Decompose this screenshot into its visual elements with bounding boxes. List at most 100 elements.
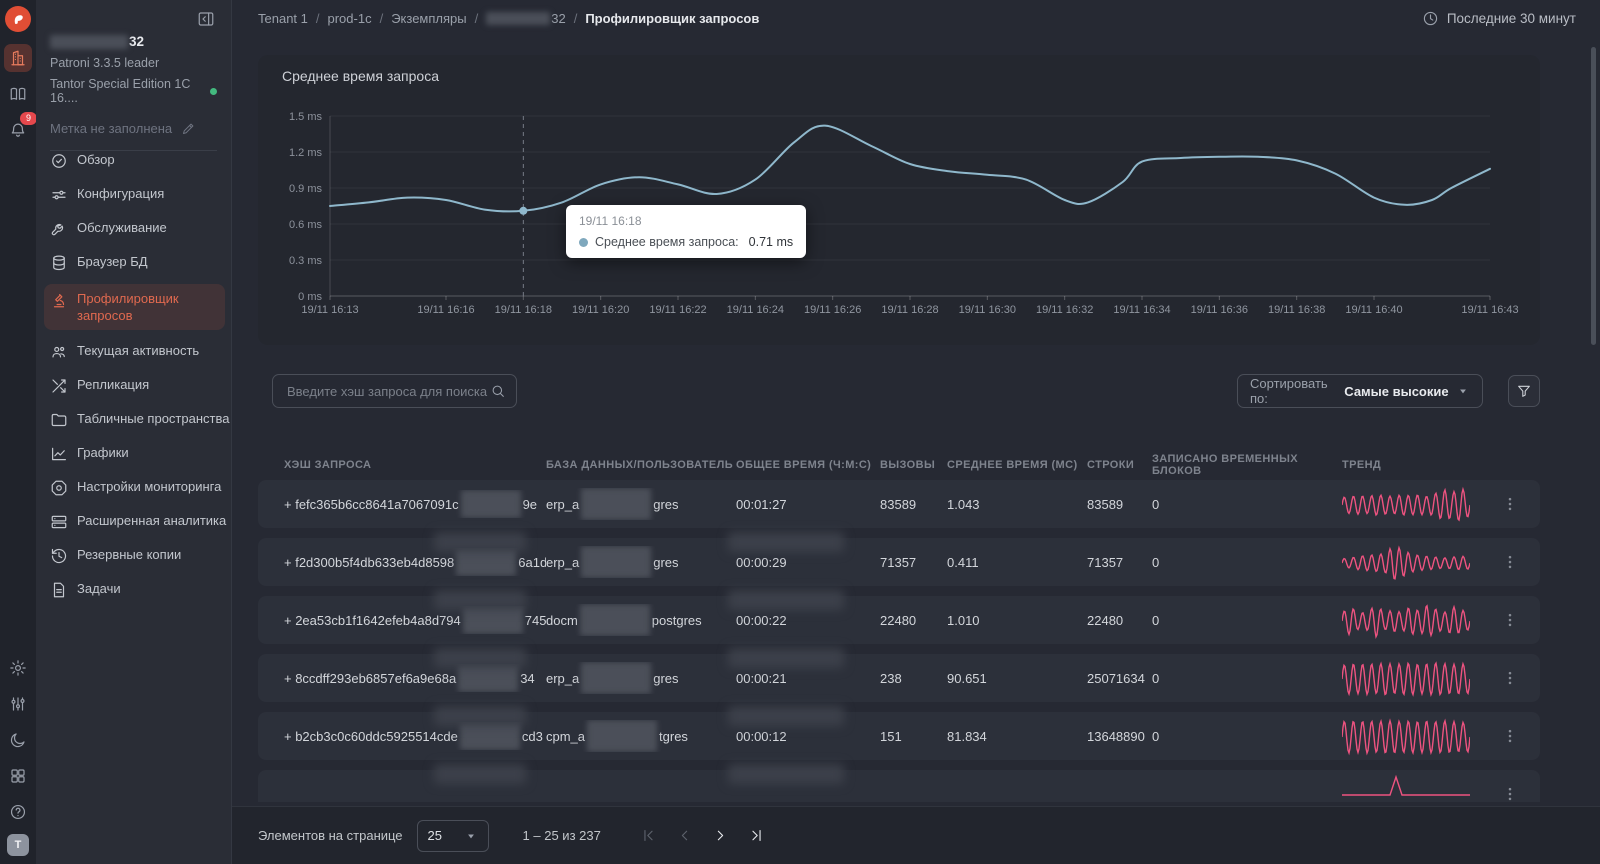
query-hash: + 2ea53cb1f1642efeb4a8d794 745 xyxy=(284,606,546,634)
monitor-gear-icon xyxy=(50,479,68,497)
collapse-sidebar-button[interactable] xyxy=(197,10,219,32)
rows-count: 71357 xyxy=(1087,554,1124,570)
sidebar-item-label: Профилировщик запросов xyxy=(77,291,179,323)
sidebar-item-label: Текущая активность xyxy=(77,343,200,358)
redacted-text xyxy=(581,488,652,520)
redacted-text xyxy=(728,532,844,552)
help-icon xyxy=(9,803,27,821)
column-header: ОБЩЕЕ ВРЕМЯ (Ч:М:С) xyxy=(736,459,872,471)
sidebar-item-database[interactable]: Браузер БД xyxy=(44,250,225,275)
row-menu-button[interactable] xyxy=(1492,495,1528,513)
sidebar-item-wrench[interactable]: Обслуживание xyxy=(44,216,225,241)
first-page-button[interactable] xyxy=(635,822,663,850)
breadcrumb-item[interactable]: prod-1c xyxy=(328,11,372,26)
patroni-version: Patroni 3.3.5 leader xyxy=(50,56,160,70)
breadcrumb-separator: / xyxy=(573,10,578,26)
rail-item-notifications[interactable]: 9 xyxy=(4,112,37,144)
sidebar-item-doc[interactable]: Задачи xyxy=(44,577,225,602)
row-menu-button[interactable] xyxy=(1492,727,1528,745)
svg-text:1.2 ms: 1.2 ms xyxy=(289,147,323,159)
rail-bottom: T xyxy=(4,650,32,864)
page-size-select[interactable]: 25 xyxy=(416,819,489,852)
sidebar-item-label: Обзор xyxy=(77,152,115,167)
breadcrumb-separator: / xyxy=(315,10,320,26)
breadcrumb-separator: / xyxy=(379,10,384,26)
chart-icon xyxy=(50,445,68,463)
rows-count: 83589 xyxy=(1087,496,1124,512)
breadcrumb-separator: / xyxy=(474,10,479,26)
search-input[interactable] xyxy=(285,382,490,400)
sidebar-item-label: Конфигурация xyxy=(77,186,165,201)
sidebar-item-activity[interactable]: Текущая активность xyxy=(44,339,225,364)
sidebar-item-monitor-gear[interactable]: Настройки мониторинга xyxy=(44,475,225,500)
temp-blocks-written: 0 xyxy=(1152,612,1160,628)
rail-item-settings[interactable] xyxy=(4,654,32,682)
time-range-label: Последние 30 минут xyxy=(1446,10,1576,26)
sidebar-item-replication[interactable]: Репликация xyxy=(44,373,225,398)
redacted-text xyxy=(462,606,523,634)
sidebar-item-restore[interactable]: Резервные копии xyxy=(44,543,225,568)
table-row[interactable]: + fefc365b6cc8641a7067091c 9e erp_a gres 00:… xyxy=(258,480,1540,528)
breadcrumb-item[interactable]: Экземпляры xyxy=(391,11,466,26)
breadcrumb-item[interactable]: Tenant 1 xyxy=(258,11,308,26)
sidebar-item-tune[interactable]: Конфигурация xyxy=(44,182,225,207)
redacted-text xyxy=(458,664,519,692)
redacted-text xyxy=(434,706,526,726)
sidebar-item-chart[interactable]: Графики xyxy=(44,441,225,466)
row-menu-button[interactable] xyxy=(1492,553,1528,571)
calls: 71357 xyxy=(880,554,917,570)
tooltip-series-label: Среднее время запроса: xyxy=(595,235,739,249)
pencil-icon xyxy=(181,121,196,136)
row-menu-button[interactable] xyxy=(1492,669,1528,687)
tantor-logo[interactable] xyxy=(5,6,31,32)
sort-dropdown[interactable]: Сортировать по: Самые высокие ... xyxy=(1237,374,1483,408)
trend-sparkline xyxy=(1342,658,1492,698)
db-user: erp_a gres xyxy=(546,488,736,520)
temp-blocks-written: 0 xyxy=(1152,554,1160,570)
time-range-selector[interactable]: Последние 30 минут xyxy=(1422,0,1576,36)
filter-button[interactable] xyxy=(1508,375,1540,407)
temp-blocks-written: 0 xyxy=(1152,670,1160,686)
rail-item-apps[interactable] xyxy=(4,762,32,790)
redacted-instance-name xyxy=(50,35,128,49)
rail-item-instances[interactable] xyxy=(4,44,32,72)
tune-icon xyxy=(50,186,68,204)
pagination-range: 1 – 25 из 237 xyxy=(522,828,601,843)
breadcrumb-item: Профилировщик запросов xyxy=(585,10,760,26)
rail-item-preferences[interactable] xyxy=(4,690,32,718)
rows-count: 22480 xyxy=(1087,612,1124,628)
avg-time-ms: 90.651 xyxy=(947,670,987,686)
sidebar-item-stack[interactable]: Расширенная аналитика xyxy=(44,509,226,534)
sidebar-nav: Обзор Конфигурация Обслуживание Браузер БД П… xyxy=(44,148,229,611)
svg-text:0.6 ms: 0.6 ms xyxy=(289,219,323,231)
svg-text:19/11 16:43: 19/11 16:43 xyxy=(1461,304,1518,316)
row-menu-button[interactable] xyxy=(1492,611,1528,629)
breadcrumb-item[interactable]: 32 xyxy=(486,11,566,26)
activity-icon xyxy=(50,343,68,361)
user-avatar[interactable]: T xyxy=(7,834,29,856)
redacted-text xyxy=(579,604,650,636)
sidebar-item-label: Табличные пространства xyxy=(77,411,230,426)
row-menu-button[interactable] xyxy=(1492,785,1528,802)
search-icon xyxy=(490,383,506,399)
sidebar: 32 Patroni 3.3.5 leader Tantor Special E… xyxy=(36,0,232,864)
redacted-text xyxy=(434,648,526,668)
breadcrumb: Tenant 1 / prod-1c / Экземпляры / 32 / Профилиро… xyxy=(258,0,759,36)
calls: 22480 xyxy=(880,612,917,628)
column-header: ВЫЗОВЫ xyxy=(880,459,936,471)
instance-label-edit[interactable]: Метка не заполнена xyxy=(50,121,217,136)
prev-page-button[interactable] xyxy=(671,822,699,850)
temp-blocks-written: 0 xyxy=(1152,496,1160,512)
last-page-button[interactable] xyxy=(743,822,771,850)
rail-item-docs[interactable] xyxy=(4,80,32,108)
table-body: + fefc365b6cc8641a7067091c 9e erp_a gres 00:… xyxy=(258,480,1540,802)
next-page-button[interactable] xyxy=(707,822,735,850)
rail-item-theme[interactable] xyxy=(4,726,32,754)
sidebar-item-target[interactable]: Обзор xyxy=(44,148,225,173)
svg-text:19/11 16:40: 19/11 16:40 xyxy=(1345,304,1402,316)
redacted-text xyxy=(581,662,652,694)
sidebar-item-profiler[interactable]: Профилировщик запросов xyxy=(44,284,225,330)
rail-item-help[interactable] xyxy=(4,798,32,826)
sidebar-item-folder[interactable]: Табличные пространства xyxy=(44,407,229,432)
scrollbar-thumb[interactable] xyxy=(1591,47,1596,345)
